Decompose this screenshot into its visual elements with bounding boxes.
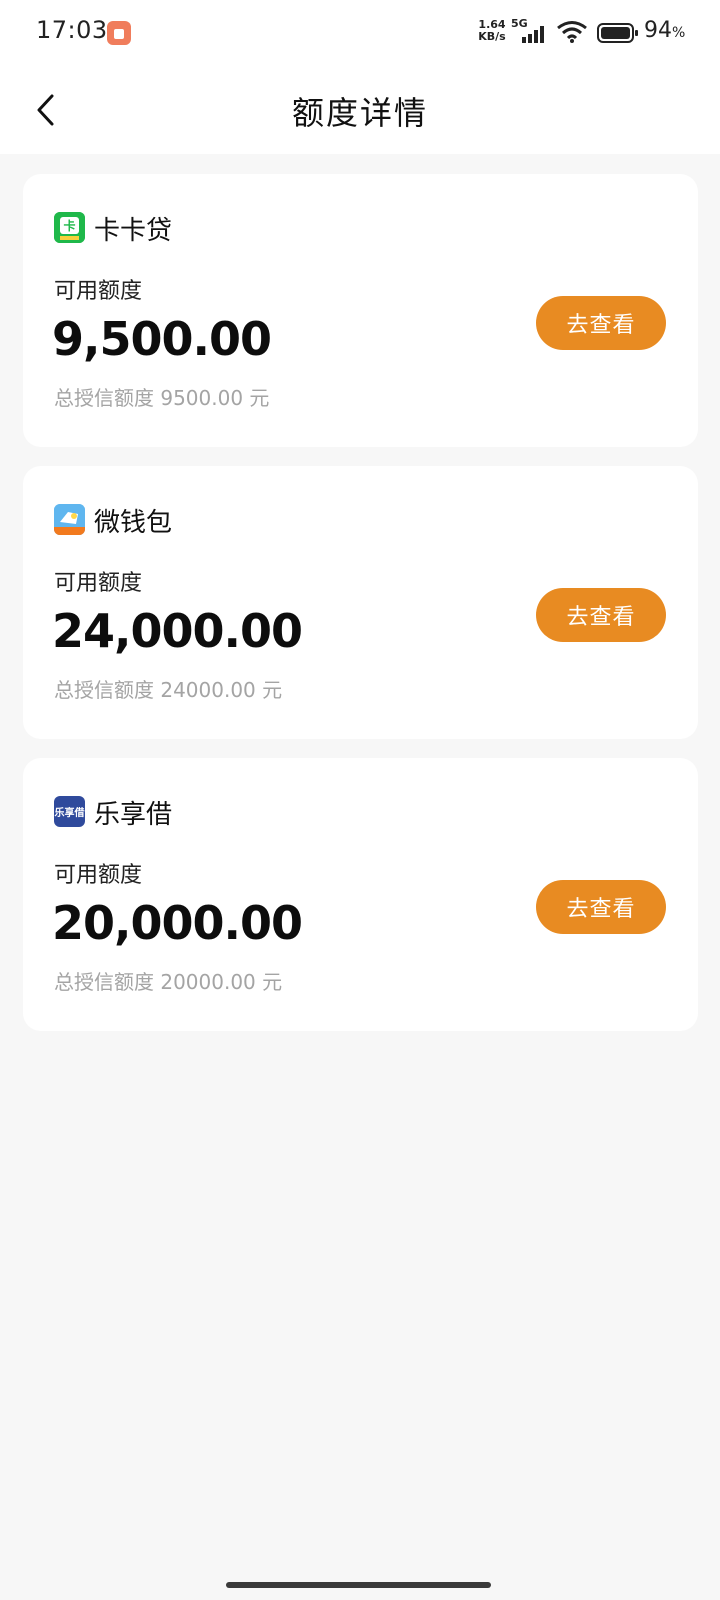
battery-percentage: 94% [644, 18, 685, 43]
network-speed: 1.64 KB/s [470, 19, 514, 43]
header: 额度详情 [0, 66, 720, 154]
wifi-icon [557, 21, 587, 43]
available-credit-amount: 9,500.00 [52, 312, 272, 366]
lender-name: 乐享借 [94, 800, 173, 830]
available-credit-label: 可用额度 [54, 279, 143, 304]
total-credit-text: 总授信额度 24000.00 元 [54, 678, 283, 702]
lexiangjie-logo-icon: 乐享借 [54, 796, 85, 827]
battery-unit: % [672, 25, 686, 41]
view-button[interactable]: 去查看 [536, 588, 666, 642]
notification-app-icon [107, 21, 131, 45]
page-title: 额度详情 [291, 94, 428, 132]
cellular-signal-icon [522, 26, 544, 43]
total-credit-text: 总授信额度 9500.00 元 [54, 386, 270, 410]
screen: 17:03 1.64 KB/s 5G 94% 额度详情 卡 卡卡贷 可用额度 9… [0, 0, 720, 1600]
battery-level: 94 [644, 18, 672, 43]
total-credit-text: 总授信额度 20000.00 元 [54, 970, 283, 994]
available-credit-amount: 20,000.00 [52, 896, 303, 950]
kakadai-logo-text: 卡 [63, 218, 75, 233]
home-indicator[interactable] [226, 1582, 491, 1588]
lexiangjie-logo-text: 乐享借 [54, 808, 85, 819]
view-button[interactable]: 去查看 [536, 296, 666, 350]
kakadai-logo-icon: 卡 [54, 212, 85, 243]
available-credit-amount: 24,000.00 [52, 604, 303, 658]
credit-card-lexiangjie: 乐享借 乐享借 可用额度 20,000.00 总授信额度 20000.00 元 … [23, 758, 698, 1031]
lender-name: 卡卡贷 [94, 216, 173, 246]
status-time: 17:03 [36, 16, 108, 44]
available-credit-label: 可用额度 [54, 863, 143, 888]
status-bar: 17:03 1.64 KB/s 5G 94% [0, 0, 720, 66]
credit-card-kakadai: 卡 卡卡贷 可用额度 9,500.00 总授信额度 9500.00 元 去查看 [23, 174, 698, 447]
lender-name: 微钱包 [94, 508, 173, 538]
weiqianbao-logo-icon [54, 504, 85, 535]
available-credit-label: 可用额度 [54, 571, 143, 596]
credit-card-weiqianbao: 微钱包 可用额度 24,000.00 总授信额度 24000.00 元 去查看 [23, 466, 698, 739]
view-button[interactable]: 去查看 [536, 880, 666, 934]
battery-icon [597, 23, 638, 43]
network-speed-unit: KB/s [478, 30, 506, 43]
